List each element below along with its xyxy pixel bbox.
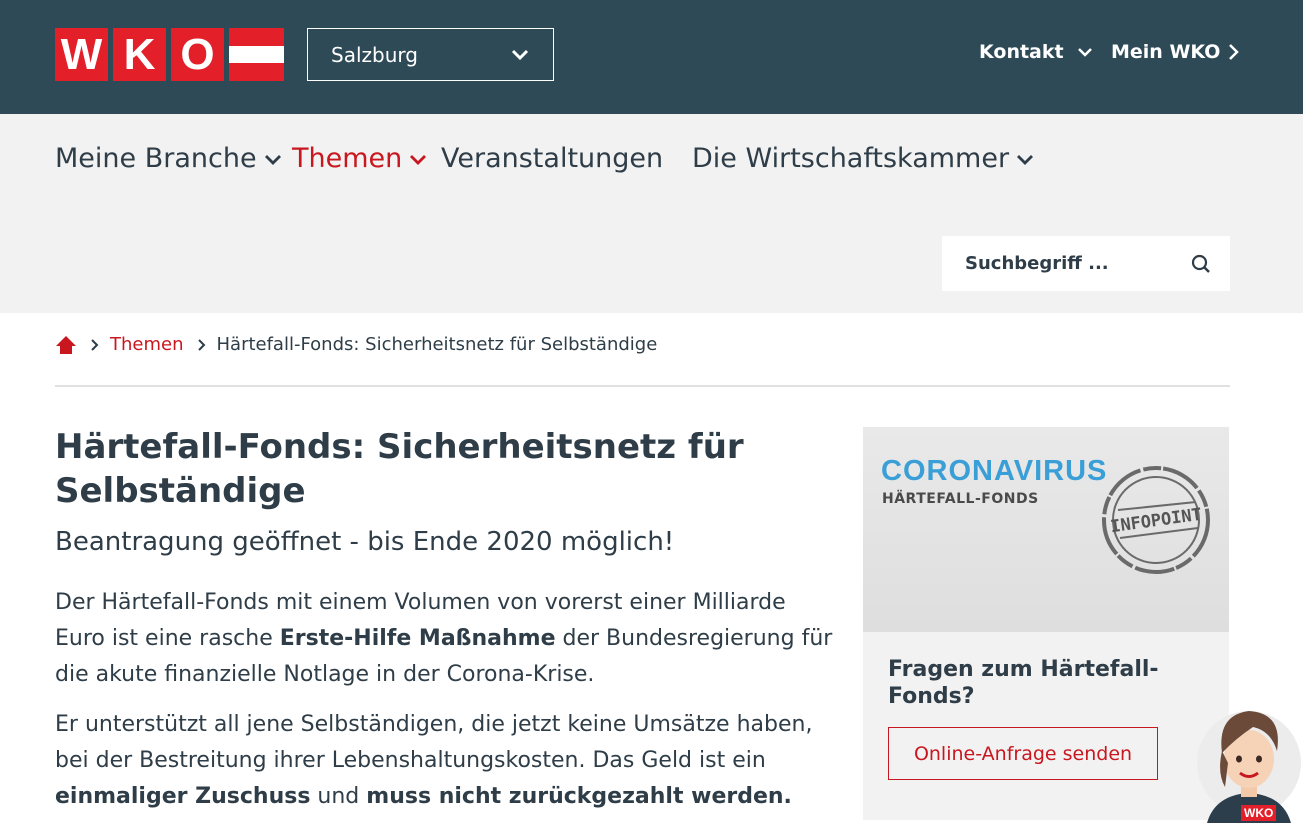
- search-input[interactable]: Suchbegriff ...: [942, 236, 1230, 291]
- text-span: und: [310, 784, 367, 809]
- breadcrumb-link-themen[interactable]: Themen: [110, 334, 184, 355]
- top-bar: W K O Salzburg Kontakt Mein WKO: [0, 0, 1303, 114]
- text-span: Er unterstützt all jene Selbständigen, d…: [55, 712, 813, 773]
- mein-wko-label: Mein WKO: [1111, 41, 1221, 63]
- breadcrumb: Themen Härtefall-Fonds: Sicherheitsnetz …: [55, 334, 657, 355]
- bold-text: Erste-Hilfe Maßnahme: [279, 626, 556, 651]
- chevron-right-icon: [197, 338, 205, 351]
- chevron-down-icon: [264, 155, 281, 165]
- region-select-value: Salzburg: [331, 42, 418, 67]
- mein-wko-link[interactable]: Mein WKO: [1111, 41, 1240, 63]
- nav-item-label: Themen: [292, 143, 403, 174]
- logo-letter-w: W: [55, 28, 108, 81]
- coronavirus-infopoint-image: CORONAVIRUS HÄRTEFALL-FONDS INFOPOINT: [863, 427, 1229, 632]
- chat-assistant-avatar[interactable]: WKO: [1195, 693, 1303, 828]
- logo-letter-o: O: [171, 28, 224, 81]
- nav-item-die-wirtschaftskammer[interactable]: Die Wirtschaftskammer: [692, 143, 1034, 174]
- austria-flag-icon: [229, 28, 284, 82]
- infopoint-stamp-icon: INFOPOINT: [1102, 466, 1210, 574]
- page-subtitle: Beantragung geöffnet - bis Ende 2020 mög…: [55, 527, 675, 557]
- chevron-down-icon: [1077, 48, 1092, 57]
- nav-item-label: Die Wirtschaftskammer: [692, 143, 1010, 174]
- bold-text: einmaliger Zuschuss: [55, 784, 311, 809]
- nav-item-veranstaltungen[interactable]: Veranstaltungen: [441, 143, 663, 174]
- nav-item-themen[interactable]: Themen: [292, 143, 427, 174]
- search-placeholder: Suchbegriff ...: [965, 253, 1109, 274]
- divider: [55, 385, 1230, 387]
- image-title: CORONAVIRUS: [881, 455, 1108, 487]
- chevron-down-icon: [1017, 155, 1034, 165]
- online-anfrage-button[interactable]: Online-Anfrage senden: [888, 727, 1158, 780]
- info-card: CORONAVIRUS HÄRTEFALL-FONDS INFOPOINT Fr…: [863, 427, 1229, 820]
- kontakt-link[interactable]: Kontakt: [979, 41, 1093, 63]
- bold-text: muss nicht zurückgezahlt werden.: [366, 784, 792, 809]
- image-subtitle: HÄRTEFALL-FONDS: [882, 491, 1039, 507]
- breadcrumb-current: Härtefall-Fonds: Sicherheitsnetz für Sel…: [216, 334, 658, 355]
- chevron-right-icon: [1229, 44, 1240, 60]
- nav-item-meine-branche[interactable]: Meine Branche: [55, 143, 282, 174]
- chevron-down-icon: [511, 49, 529, 61]
- logo-letter-k: K: [113, 28, 166, 81]
- nav-item-label: Veranstaltungen: [441, 143, 664, 174]
- search-icon[interactable]: [1191, 254, 1211, 274]
- wko-logo[interactable]: W K O: [55, 28, 284, 82]
- chevron-right-icon: [91, 338, 99, 351]
- support-paragraph: Er unterstützt all jene Selbständigen, d…: [55, 707, 835, 815]
- wko-badge: WKO: [1241, 805, 1277, 821]
- intro-paragraph: Der Härtefall-Fonds mit einem Volumen vo…: [55, 585, 835, 693]
- chevron-down-icon: [410, 155, 427, 165]
- card-question: Fragen zum Härtefall-Fonds?: [888, 657, 1159, 709]
- nav-item-label: Meine Branche: [55, 143, 257, 174]
- page-title: Härtefall-Fonds: Sicherheitsnetz für Sel…: [55, 427, 744, 511]
- region-select[interactable]: Salzburg: [307, 28, 554, 81]
- home-icon[interactable]: [55, 335, 77, 355]
- kontakt-label: Kontakt: [979, 41, 1064, 63]
